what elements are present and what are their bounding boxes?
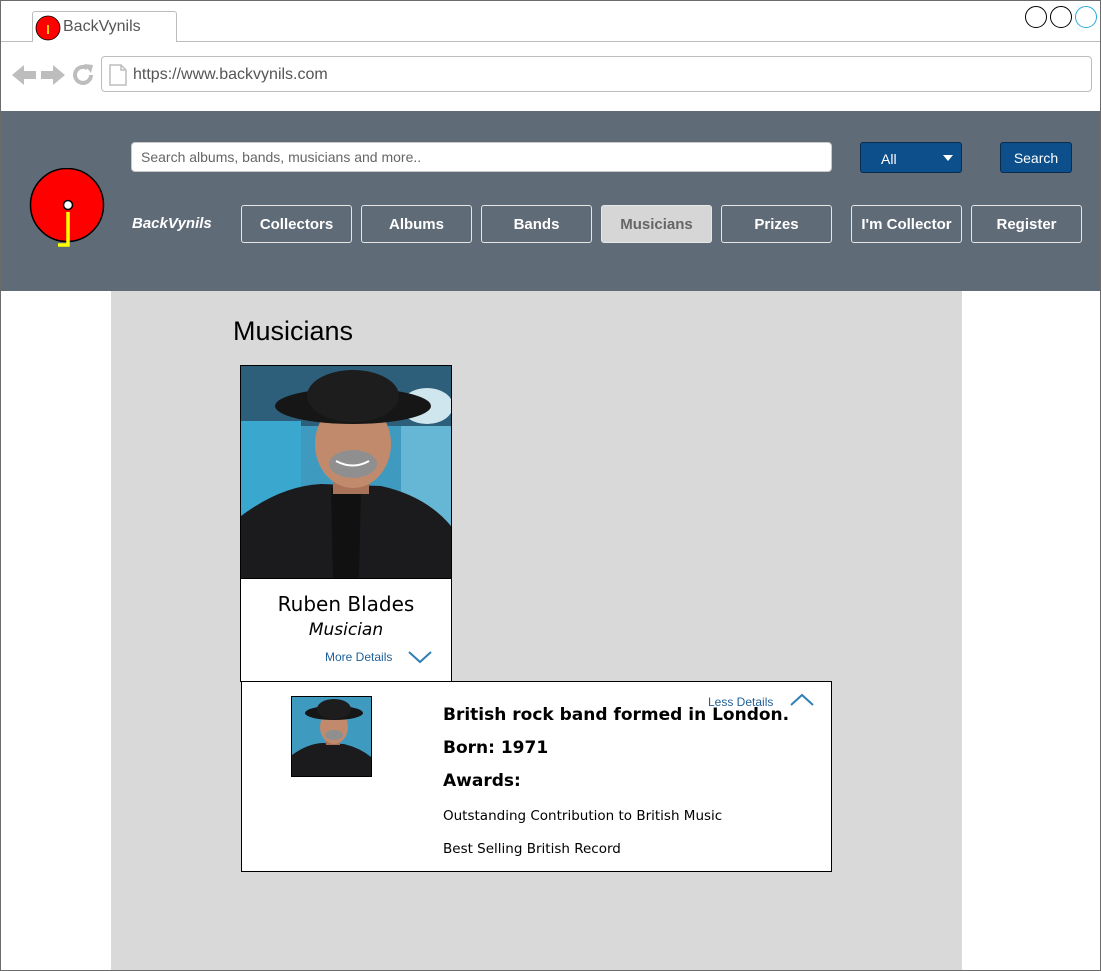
- tab-title: BackVynils: [63, 18, 141, 35]
- more-details-link[interactable]: More Details: [325, 650, 392, 664]
- awards-heading: Awards:: [443, 771, 521, 791]
- brand-name: BackVynils: [132, 215, 212, 232]
- musician-birth-year: Born: 1971: [443, 738, 549, 758]
- category-filter-select[interactable]: All: [860, 142, 962, 173]
- url-field[interactable]: https://www.backvynils.com: [101, 56, 1092, 92]
- nav-bands[interactable]: Bands: [481, 205, 592, 243]
- musician-thumbnail: [291, 696, 372, 777]
- musician-photo: [241, 366, 451, 579]
- browser-tab[interactable]: BackVynils: [32, 11, 177, 42]
- window-circle-1-icon[interactable]: [1025, 6, 1047, 28]
- nav-prizes[interactable]: Prizes: [721, 205, 832, 243]
- window-circle-2-icon[interactable]: [1050, 6, 1072, 28]
- award-item: Best Selling British Record: [443, 841, 621, 857]
- musician-description: British rock band formed in London.: [443, 705, 790, 725]
- page-icon: [109, 64, 127, 86]
- register-button[interactable]: Register: [971, 205, 1082, 243]
- tab-bar: BackVynils: [1, 1, 1100, 42]
- page-title: Musicians: [233, 316, 354, 346]
- forward-arrow-icon[interactable]: [40, 62, 66, 88]
- reload-icon[interactable]: [70, 62, 96, 88]
- nav-albums[interactable]: Albums: [361, 205, 472, 243]
- chevron-up-icon[interactable]: [789, 692, 815, 708]
- musician-details-panel: Less Details British rock band formed in…: [241, 681, 832, 872]
- award-item: Outstanding Contribution to British Musi…: [443, 808, 723, 824]
- nav-collectors[interactable]: Collectors: [241, 205, 352, 243]
- backvynils-logo[interactable]: [28, 168, 108, 250]
- site-logo-icon: [35, 15, 61, 41]
- url-text: https://www.backvynils.com: [133, 66, 328, 83]
- window-circle-3-icon[interactable]: [1075, 6, 1097, 28]
- musician-card[interactable]: Ruben Blades Musician More Details: [240, 365, 452, 682]
- search-button[interactable]: Search: [1000, 142, 1072, 173]
- dropdown-arrow-icon: [943, 155, 953, 161]
- musician-role: Musician: [308, 620, 384, 640]
- im-collector-button[interactable]: I'm Collector: [851, 205, 962, 243]
- chevron-down-icon[interactable]: [407, 649, 433, 665]
- search-input[interactable]: [131, 142, 832, 172]
- back-arrow-icon[interactable]: [11, 62, 37, 88]
- filter-selected-value: All: [881, 151, 897, 167]
- nav-musicians[interactable]: Musicians: [601, 205, 712, 243]
- musician-name: Ruben Blades: [277, 592, 415, 616]
- site-header: All Search BackVynils Collectors Albums …: [1, 111, 1100, 291]
- browser-window: BackVynils https://www.backvynils.com Se…: [0, 0, 1101, 971]
- address-bar: https://www.backvynils.com: [1, 42, 1100, 111]
- main-content: Musicians Ruben Blades Musician More Det…: [111, 291, 962, 970]
